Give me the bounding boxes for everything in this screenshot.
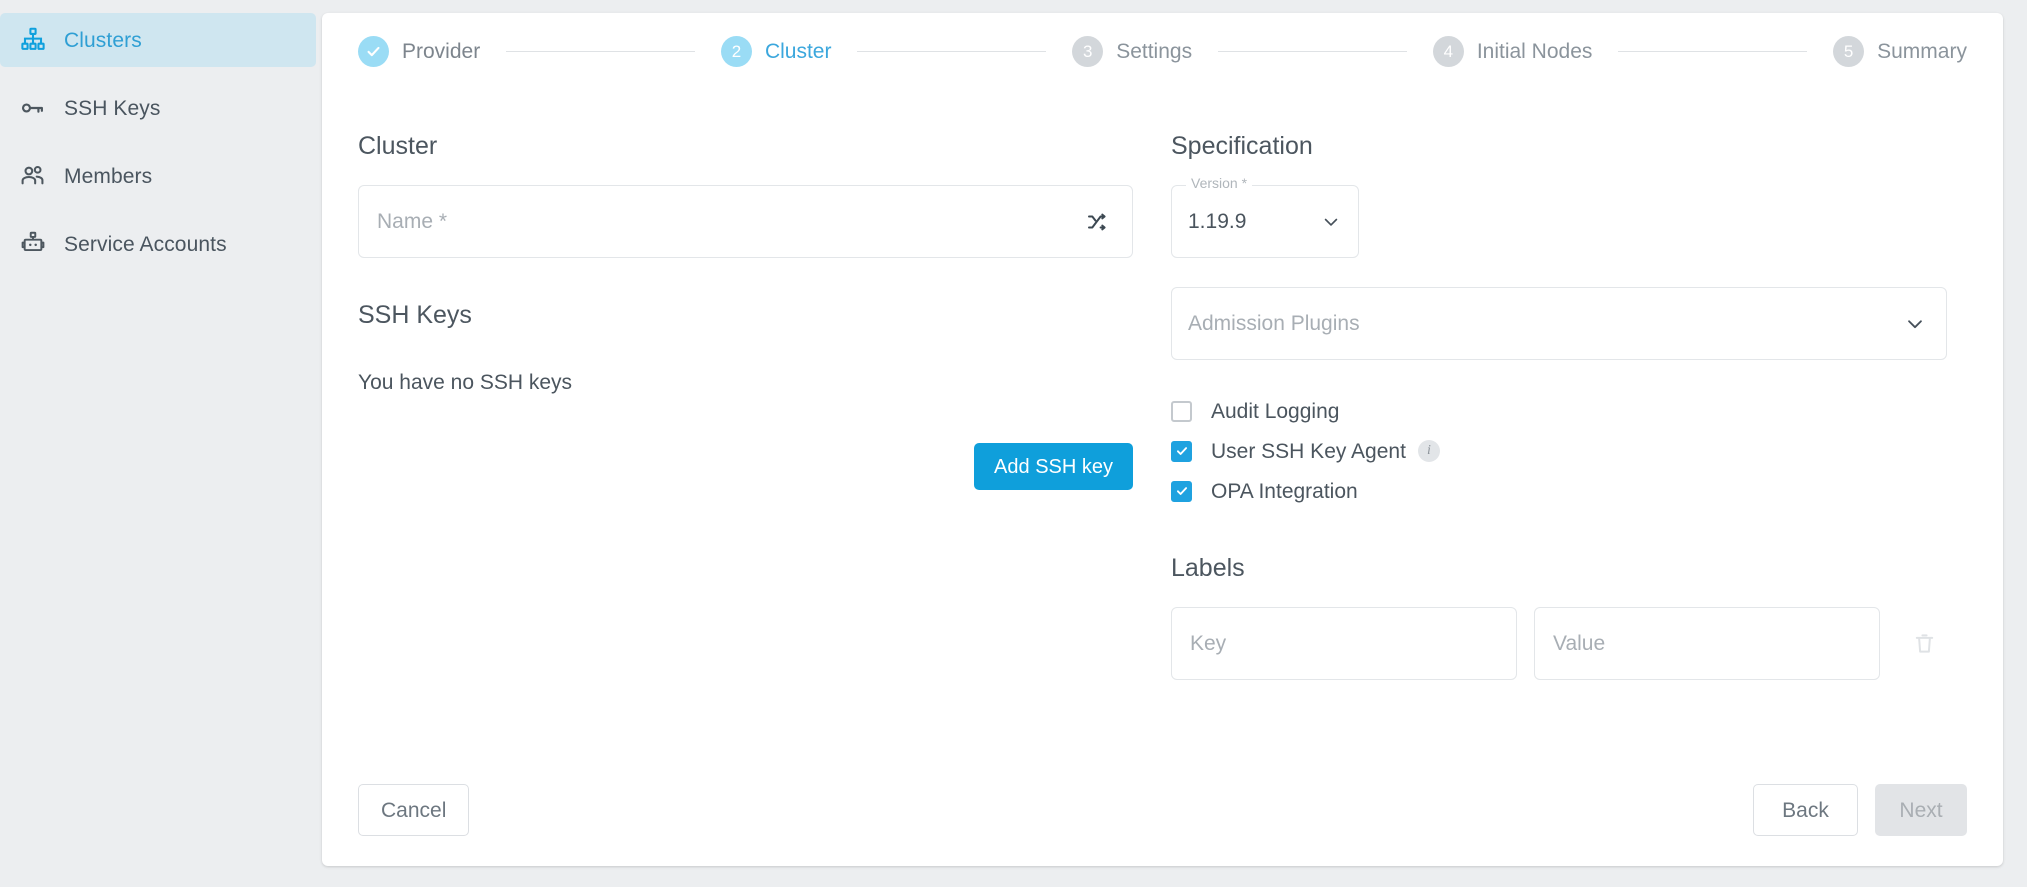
sidebar-item-service-accounts[interactable]: Service Accounts	[0, 217, 316, 271]
check-icon	[358, 35, 389, 67]
option-user-ssh-key-agent[interactable]: User SSH Key Agent i	[1171, 431, 1947, 471]
step-number: 5	[1833, 35, 1865, 67]
sidebar-item-label: SSH Keys	[64, 96, 161, 120]
wizard-body: Cluster SSH Keys You have no SSH keys Ad…	[322, 89, 2003, 680]
step-number: 2	[720, 35, 752, 67]
option-opa-integration[interactable]: OPA Integration	[1171, 471, 1947, 511]
sidebar-item-ssh-keys[interactable]: SSH Keys	[0, 81, 316, 135]
option-audit-logging[interactable]: Audit Logging	[1171, 391, 1947, 431]
step-connector	[506, 50, 695, 52]
shuffle-icon[interactable]	[1084, 208, 1112, 236]
step-label: Provider	[402, 39, 481, 63]
cancel-button[interactable]: Cancel	[358, 784, 470, 836]
step-connector	[1218, 50, 1407, 52]
app-root: Clusters SSH Keys Members Service Accoun…	[0, 0, 2027, 887]
back-button[interactable]: Back	[1753, 784, 1858, 836]
step-cluster[interactable]: 2 Cluster	[720, 35, 832, 67]
step-number: 4	[1432, 35, 1464, 67]
step-label: Cluster	[764, 39, 832, 63]
checkbox[interactable]	[1171, 400, 1192, 422]
label-value-field[interactable]	[1534, 607, 1880, 680]
wizard-card: Provider 2 Cluster 3 Settings 4 Initial …	[322, 13, 2003, 866]
sidebar-item-label: Clusters	[64, 28, 142, 52]
sidebar-item-members[interactable]: Members	[0, 149, 316, 203]
label-value-input[interactable]	[1551, 608, 1863, 679]
next-button[interactable]: Next	[1875, 784, 1967, 836]
label-key-input[interactable]	[1188, 608, 1500, 679]
left-column: Cluster SSH Keys You have no SSH keys Ad…	[358, 89, 1133, 680]
admission-plugins-placeholder: Admission Plugins	[1188, 312, 1360, 335]
step-label: Settings	[1116, 39, 1193, 63]
cluster-name-input[interactable]	[375, 186, 1084, 257]
step-label: Summary	[1877, 39, 1967, 63]
option-label: Audit Logging	[1211, 399, 1340, 423]
sidebar-item-label: Service Accounts	[64, 232, 227, 256]
version-value: 1.19.9	[1188, 210, 1247, 233]
sidebar-item-label: Members	[64, 164, 153, 188]
checkbox[interactable]	[1171, 480, 1192, 502]
specification-options: Audit Logging User SSH Key Agent i OPA I…	[1171, 391, 1947, 511]
wizard-stepper: Provider 2 Cluster 3 Settings 4 Initial …	[322, 13, 2003, 89]
step-connector	[1618, 50, 1808, 52]
ssh-empty-message: You have no SSH keys	[358, 371, 573, 394]
sidebar: Clusters SSH Keys Members Service Accoun…	[0, 0, 322, 887]
step-connector	[857, 50, 1047, 52]
footer-right-group: Back Next	[1753, 784, 1967, 836]
cluster-section-title: Cluster	[358, 132, 438, 160]
cluster-name-field[interactable]	[358, 185, 1133, 258]
right-column: Specification Version * 1.19.9 Admission…	[1171, 89, 1947, 680]
labels-section-title: Labels	[1171, 554, 1245, 582]
wizard-footer: Cancel Back Next	[358, 784, 1967, 836]
sidebar-item-clusters[interactable]: Clusters	[0, 13, 316, 67]
label-row	[1171, 607, 1947, 680]
version-select[interactable]: Version * 1.19.9	[1171, 176, 1359, 258]
step-number: 3	[1072, 35, 1104, 67]
step-settings[interactable]: 3 Settings	[1072, 35, 1193, 67]
trash-icon[interactable]	[1908, 628, 1940, 660]
chevron-down-icon	[1320, 211, 1342, 233]
admission-plugins-select[interactable]: Admission Plugins	[1171, 287, 1947, 360]
column-gap	[1133, 89, 1171, 680]
option-label: User SSH Key Agent	[1211, 439, 1406, 463]
hierarchy-icon	[16, 25, 50, 55]
step-label: Initial Nodes	[1476, 39, 1593, 63]
chevron-down-icon	[1904, 313, 1926, 335]
people-icon	[16, 161, 50, 191]
step-summary[interactable]: 5 Summary	[1833, 35, 1967, 67]
ssh-section-title: SSH Keys	[358, 301, 472, 329]
step-provider[interactable]: Provider	[358, 35, 481, 67]
specification-section-title: Specification	[1171, 132, 1313, 160]
add-ssh-key-button[interactable]: Add SSH key	[974, 443, 1133, 490]
step-initial-nodes[interactable]: 4 Initial Nodes	[1432, 35, 1593, 67]
label-key-field[interactable]	[1171, 607, 1517, 680]
checkbox[interactable]	[1171, 440, 1192, 462]
robot-icon	[16, 229, 50, 259]
option-label: OPA Integration	[1211, 479, 1358, 503]
key-icon	[16, 93, 50, 123]
info-icon[interactable]: i	[1417, 440, 1440, 462]
version-label: Version *	[1186, 176, 1253, 190]
